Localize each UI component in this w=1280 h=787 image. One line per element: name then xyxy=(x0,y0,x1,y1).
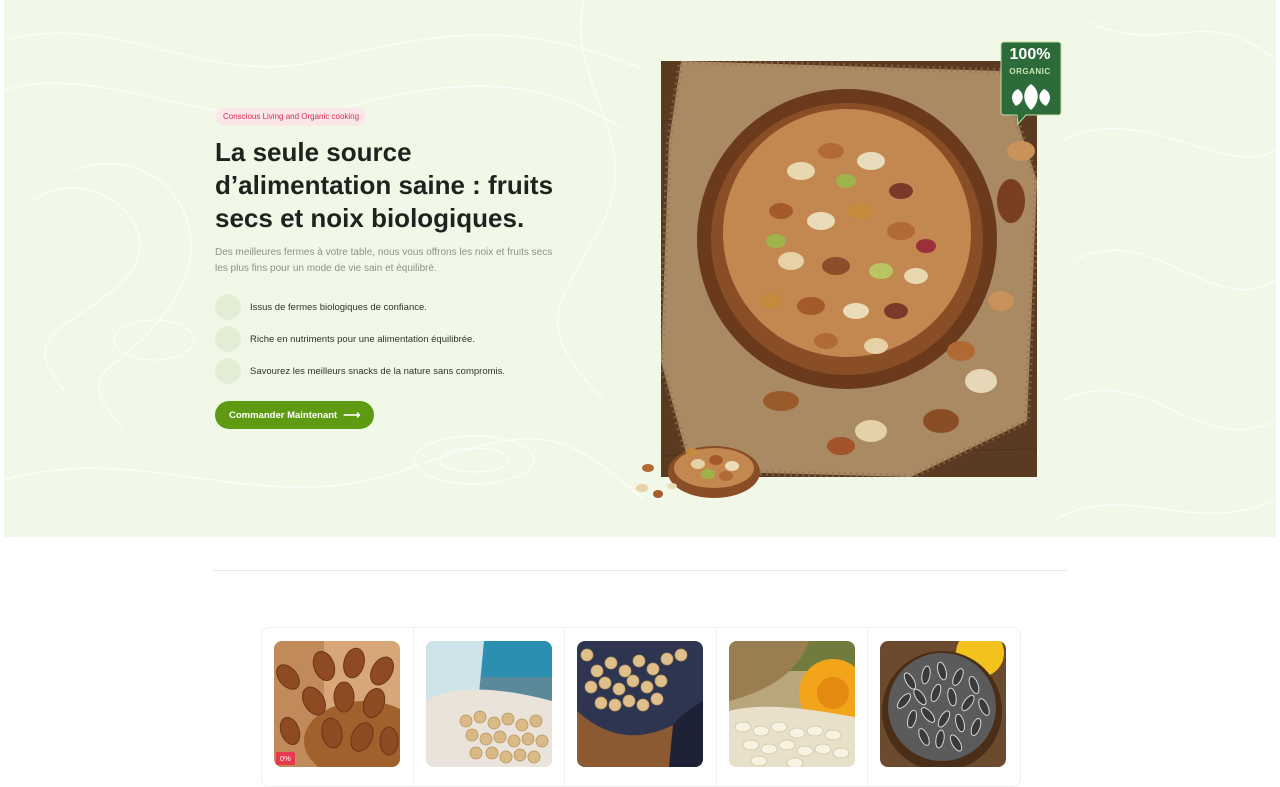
organic-badge-label: ORGANIC xyxy=(1009,67,1051,76)
category-badge: Conscious Living and Organic cooking xyxy=(216,108,367,126)
product-card[interactable] xyxy=(565,628,717,786)
pumpkin-seeds-image[interactable] xyxy=(728,641,855,767)
hero-subtitle: Des meilleures fermes à votre table, nou… xyxy=(215,247,553,274)
check-circle-icon xyxy=(215,294,241,320)
feature-item: Riche en nutriments pour une alimentatio… xyxy=(215,323,505,355)
product-card[interactable] xyxy=(868,628,1020,786)
small-nuts-bowl-image xyxy=(636,446,760,498)
section-divider xyxy=(213,570,1067,571)
arrow-right-icon: ⟶ xyxy=(343,408,361,422)
product-card[interactable] xyxy=(414,628,566,786)
feature-item: Savourez les meilleurs snacks de la natu… xyxy=(215,355,505,387)
organic-badge-percent: 100% xyxy=(1009,46,1051,63)
check-circle-icon xyxy=(215,326,241,352)
chickpeas-white-bowl-image[interactable] xyxy=(425,641,552,767)
discount-badge: 0% xyxy=(276,752,295,765)
product-carousel: 0% xyxy=(261,627,1021,787)
almonds-image[interactable] xyxy=(274,641,400,767)
sunflower-seeds-image[interactable] xyxy=(880,641,1007,767)
product-card[interactable] xyxy=(717,628,869,786)
check-circle-icon xyxy=(215,358,241,384)
feature-item: Issus de fermes biologiques de confiance… xyxy=(215,291,505,323)
feature-text: Riche en nutriments pour une alimentatio… xyxy=(250,333,475,345)
hero-nuts-image xyxy=(661,61,1037,477)
order-now-label: Commander Maintenant xyxy=(229,409,338,421)
feature-list: Issus de fermes biologiques de confiance… xyxy=(215,291,505,387)
product-card[interactable]: 0% xyxy=(262,628,414,786)
chickpeas-wooden-bowl-image[interactable] xyxy=(577,641,704,767)
feature-text: Savourez les meilleurs snacks de la natu… xyxy=(250,365,506,377)
order-now-button[interactable]: Commander Maintenant ⟶ xyxy=(215,401,375,429)
feature-text: Issus de fermes biologiques de confiance… xyxy=(250,301,427,313)
organic-badge: 100% ORGANIC xyxy=(1000,40,1062,126)
hero-title: La seule source d’alimentation saine : f… xyxy=(215,137,554,233)
